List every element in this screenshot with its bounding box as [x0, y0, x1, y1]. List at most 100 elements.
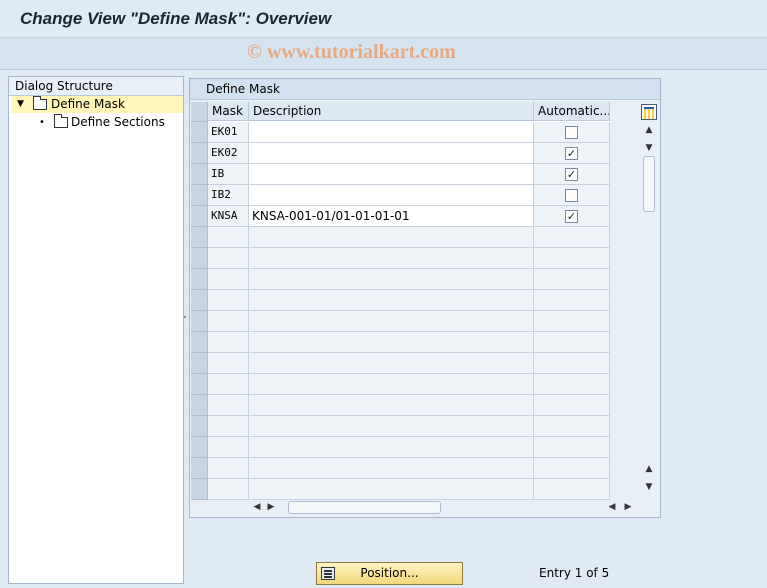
row-selector[interactable]: [191, 311, 208, 332]
row-selector[interactable]: [191, 437, 208, 458]
automatic-cell: [534, 269, 610, 290]
row-selector[interactable]: [191, 164, 208, 185]
automatic-cell: ✓: [534, 143, 610, 164]
row-selector[interactable]: [191, 269, 208, 290]
automatic-cell: [534, 290, 610, 311]
checkbox-checked[interactable]: ✓: [565, 147, 578, 160]
mask-cell: [208, 269, 249, 290]
column-header[interactable]: Mask: [208, 102, 249, 121]
automatic-cell: ✓: [534, 206, 610, 227]
position-button[interactable]: Position...: [316, 562, 463, 585]
mask-cell: [208, 311, 249, 332]
description-cell[interactable]: [249, 164, 534, 185]
dialog-structure-header: Dialog Structure: [9, 77, 183, 96]
row-selector[interactable]: [191, 374, 208, 395]
scroll-down-icon[interactable]: ▲: [642, 462, 656, 476]
vertical-scroll-thumb[interactable]: [643, 156, 655, 212]
scroll-page-up-icon[interactable]: ▲: [642, 123, 656, 137]
mask-cell: [208, 458, 249, 479]
row-selector[interactable]: [191, 248, 208, 269]
mask-cell: [208, 416, 249, 437]
automatic-cell: [534, 458, 610, 479]
description-cell: [249, 374, 534, 395]
scroll-up-icon[interactable]: ▼: [642, 141, 656, 155]
description-cell: [249, 458, 534, 479]
row-selector[interactable]: [191, 395, 208, 416]
automatic-cell: [534, 332, 610, 353]
mask-cell: [208, 437, 249, 458]
automatic-cell: ✓: [534, 164, 610, 185]
folder-icon: [54, 114, 68, 128]
row-selector[interactable]: [191, 227, 208, 248]
checkbox-checked[interactable]: ✓: [565, 168, 578, 181]
checkbox-unchecked[interactable]: [565, 189, 578, 202]
mask-cell[interactable]: EK02: [208, 143, 249, 164]
row-selector[interactable]: [191, 290, 208, 311]
row-selector[interactable]: [191, 185, 208, 206]
automatic-cell: [534, 395, 610, 416]
entry-counter: Entry 1 of 5: [539, 566, 610, 580]
position-button-label: Position...: [360, 566, 419, 580]
scroll-right-icon[interactable]: ▶: [264, 499, 278, 515]
mask-cell[interactable]: KNSA: [208, 206, 249, 227]
automatic-cell: [534, 122, 610, 143]
vertical-scrollbar[interactable]: ▲ ▼ ▲ ▼: [640, 122, 658, 494]
scroll-page-down-icon[interactable]: ▼: [642, 480, 656, 494]
description-cell[interactable]: [249, 185, 534, 206]
checkbox-unchecked[interactable]: [565, 126, 578, 139]
mask-cell: [208, 395, 249, 416]
automatic-cell: [534, 311, 610, 332]
row-selector[interactable]: [191, 479, 208, 500]
scroll-end-right-icon[interactable]: ▶: [621, 499, 635, 515]
splitter-handle[interactable]: [184, 316, 186, 318]
automatic-cell: [534, 374, 610, 395]
description-cell[interactable]: [249, 122, 534, 143]
scroll-end-left-icon[interactable]: ◀: [605, 499, 619, 515]
tree-item-label: Define Sections: [71, 115, 165, 129]
description-cell[interactable]: KNSA-001-01/01-01-01-01: [249, 206, 534, 227]
title-bar: Change View "Define Mask": Overview: [0, 0, 767, 38]
tree-item-label: Define Mask: [51, 97, 125, 111]
scroll-left-icon[interactable]: ◀: [250, 499, 264, 515]
description-cell: [249, 332, 534, 353]
row-selector[interactable]: [191, 416, 208, 437]
row-selector[interactable]: [191, 206, 208, 227]
mask-cell[interactable]: IB: [208, 164, 249, 185]
description-cell: [249, 311, 534, 332]
row-selector[interactable]: [191, 353, 208, 374]
automatic-cell: [534, 353, 610, 374]
tree-item[interactable]: ▼ Define Mask: [11, 96, 183, 113]
select-all-cell[interactable]: [191, 102, 208, 122]
row-selector[interactable]: [191, 143, 208, 164]
mask-cell[interactable]: IB2: [208, 185, 249, 206]
column-settings-icon[interactable]: [641, 104, 657, 120]
column-header[interactable]: Automatic...: [534, 102, 610, 121]
checkbox-checked[interactable]: ✓: [565, 210, 578, 223]
folder-open-icon: [33, 96, 47, 110]
automatic-cell: [534, 416, 610, 437]
automatic-cell: [534, 479, 610, 500]
row-selector[interactable]: [191, 458, 208, 479]
column-header[interactable]: Description: [249, 102, 534, 121]
description-cell: [249, 479, 534, 500]
tree-item[interactable]: • Define Sections: [11, 114, 183, 131]
row-selector[interactable]: [191, 332, 208, 353]
position-icon: [321, 567, 335, 580]
mask-cell: [208, 374, 249, 395]
mask-cell: [208, 227, 249, 248]
horizontal-scrollbar[interactable]: ◀ ▶ ◀ ▶: [248, 499, 643, 515]
description-cell: [249, 395, 534, 416]
page-title: Change View "Define Mask": Overview: [20, 9, 332, 28]
description-cell: [249, 416, 534, 437]
expand-arrow-icon[interactable]: ▼: [17, 96, 24, 113]
watermark: © www.tutorialkart.com: [247, 41, 456, 63]
tree-bullet-icon: •: [39, 117, 45, 128]
automatic-cell: [534, 248, 610, 269]
mask-cell: [208, 248, 249, 269]
mask-cell[interactable]: EK01: [208, 122, 249, 143]
description-cell[interactable]: [249, 143, 534, 164]
automatic-cell: [534, 185, 610, 206]
mask-cell: [208, 290, 249, 311]
horizontal-scroll-thumb[interactable]: [288, 501, 441, 514]
row-selector[interactable]: [191, 122, 208, 143]
